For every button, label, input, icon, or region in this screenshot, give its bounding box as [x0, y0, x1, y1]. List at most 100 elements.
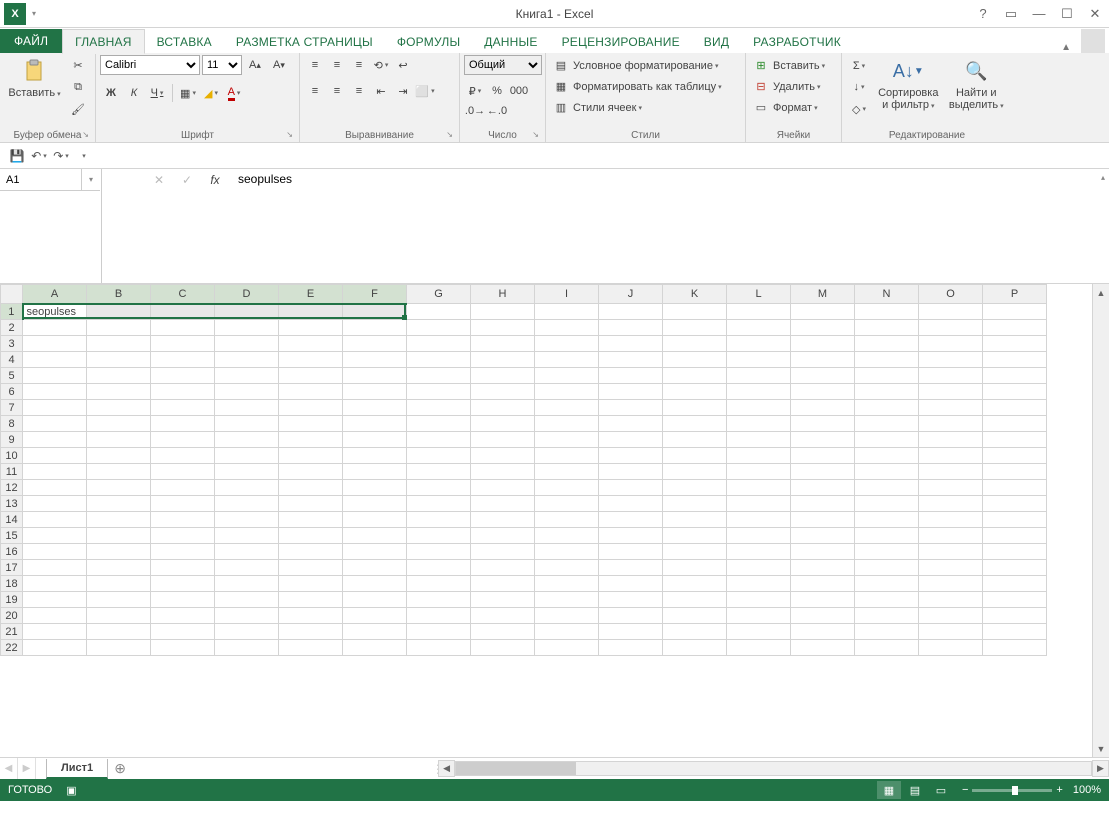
cell-styles-button[interactable]: ▥Стили ячеек▾: [550, 97, 645, 118]
column-header[interactable]: O: [919, 285, 983, 304]
cell[interactable]: [279, 512, 343, 528]
cell[interactable]: [343, 576, 407, 592]
cell[interactable]: [983, 576, 1047, 592]
cell[interactable]: [855, 512, 919, 528]
cell[interactable]: [215, 544, 279, 560]
cell[interactable]: [151, 640, 215, 656]
cell[interactable]: [663, 480, 727, 496]
cell[interactable]: [791, 640, 855, 656]
cell[interactable]: [343, 384, 407, 400]
cell[interactable]: [87, 368, 151, 384]
cell[interactable]: [407, 448, 471, 464]
cell[interactable]: [279, 640, 343, 656]
view-normal-button[interactable]: ▦: [877, 781, 901, 799]
tab-insert[interactable]: ВСТАВКА: [145, 30, 224, 53]
cell[interactable]: [727, 560, 791, 576]
cell[interactable]: [407, 368, 471, 384]
name-box-dropdown[interactable]: ▾: [82, 169, 100, 191]
cell[interactable]: [407, 560, 471, 576]
cell[interactable]: [87, 528, 151, 544]
cell[interactable]: [87, 512, 151, 528]
cell[interactable]: [343, 352, 407, 368]
cell[interactable]: [855, 320, 919, 336]
vertical-scrollbar[interactable]: ▲ ▼: [1092, 284, 1109, 757]
cell[interactable]: [471, 480, 535, 496]
redo-button[interactable]: ↷▾: [50, 145, 72, 167]
cell[interactable]: [791, 576, 855, 592]
zoom-slider[interactable]: [972, 789, 1052, 792]
scroll-left-button[interactable]: ◀: [438, 760, 455, 777]
cell[interactable]: [215, 496, 279, 512]
cell[interactable]: [791, 624, 855, 640]
cell[interactable]: [855, 496, 919, 512]
cell[interactable]: [919, 368, 983, 384]
cell[interactable]: [23, 544, 87, 560]
cell[interactable]: [151, 560, 215, 576]
cell[interactable]: [343, 320, 407, 336]
cell[interactable]: [791, 496, 855, 512]
cell[interactable]: [151, 432, 215, 448]
find-select-button[interactable]: 🔍 Найти и выделить▾: [945, 55, 1008, 115]
cell[interactable]: [279, 560, 343, 576]
column-header[interactable]: N: [855, 285, 919, 304]
cell[interactable]: [23, 512, 87, 528]
cell[interactable]: [919, 400, 983, 416]
cell[interactable]: [215, 384, 279, 400]
cell[interactable]: [919, 608, 983, 624]
row-header[interactable]: 16: [1, 544, 23, 560]
borders-button[interactable]: ▦▾: [177, 83, 199, 103]
cell[interactable]: [151, 608, 215, 624]
cell[interactable]: [471, 400, 535, 416]
cell[interactable]: [855, 576, 919, 592]
cell[interactable]: [983, 496, 1047, 512]
cell[interactable]: [343, 560, 407, 576]
cell[interactable]: [87, 416, 151, 432]
cell[interactable]: [23, 368, 87, 384]
cell[interactable]: [727, 416, 791, 432]
currency-button[interactable]: ₽▾: [464, 81, 486, 101]
cell[interactable]: [919, 624, 983, 640]
cell[interactable]: [215, 608, 279, 624]
cell[interactable]: [663, 496, 727, 512]
cell[interactable]: [599, 480, 663, 496]
cell[interactable]: [727, 640, 791, 656]
cell[interactable]: [727, 432, 791, 448]
zoom-out-button[interactable]: −: [962, 784, 968, 796]
tab-home[interactable]: ГЛАВНАЯ: [62, 29, 144, 54]
column-header[interactable]: A: [23, 285, 87, 304]
cell[interactable]: [535, 592, 599, 608]
select-all-corner[interactable]: [1, 285, 23, 304]
cell[interactable]: [983, 512, 1047, 528]
cell[interactable]: [471, 368, 535, 384]
cell[interactable]: [983, 592, 1047, 608]
cell[interactable]: [855, 528, 919, 544]
cell[interactable]: [535, 528, 599, 544]
cell[interactable]: [215, 624, 279, 640]
zoom-in-button[interactable]: +: [1056, 784, 1062, 796]
copy-button[interactable]: ⧉: [67, 77, 89, 97]
cell[interactable]: [535, 576, 599, 592]
row-header[interactable]: 13: [1, 496, 23, 512]
cell[interactable]: [87, 400, 151, 416]
cell[interactable]: [343, 480, 407, 496]
tab-page-layout[interactable]: РАЗМЕТКА СТРАНИЦЫ: [224, 30, 385, 53]
row-header[interactable]: 4: [1, 352, 23, 368]
macro-record-icon[interactable]: ▣: [66, 784, 76, 797]
cell[interactable]: [471, 320, 535, 336]
cell[interactable]: [215, 352, 279, 368]
scroll-down-button[interactable]: ▼: [1093, 740, 1109, 757]
cell[interactable]: [343, 544, 407, 560]
cell[interactable]: [727, 384, 791, 400]
cell[interactable]: [279, 416, 343, 432]
cell[interactable]: [983, 320, 1047, 336]
cell[interactable]: [87, 576, 151, 592]
paste-button[interactable]: Вставить▾: [4, 55, 65, 103]
cell[interactable]: [791, 384, 855, 400]
cell[interactable]: [983, 416, 1047, 432]
cell[interactable]: [87, 448, 151, 464]
cell[interactable]: [407, 432, 471, 448]
cell[interactable]: [663, 640, 727, 656]
tab-review[interactable]: РЕЦЕНЗИРОВАНИЕ: [550, 30, 692, 53]
cell[interactable]: [663, 448, 727, 464]
minimize-icon[interactable]: —: [1025, 0, 1053, 27]
